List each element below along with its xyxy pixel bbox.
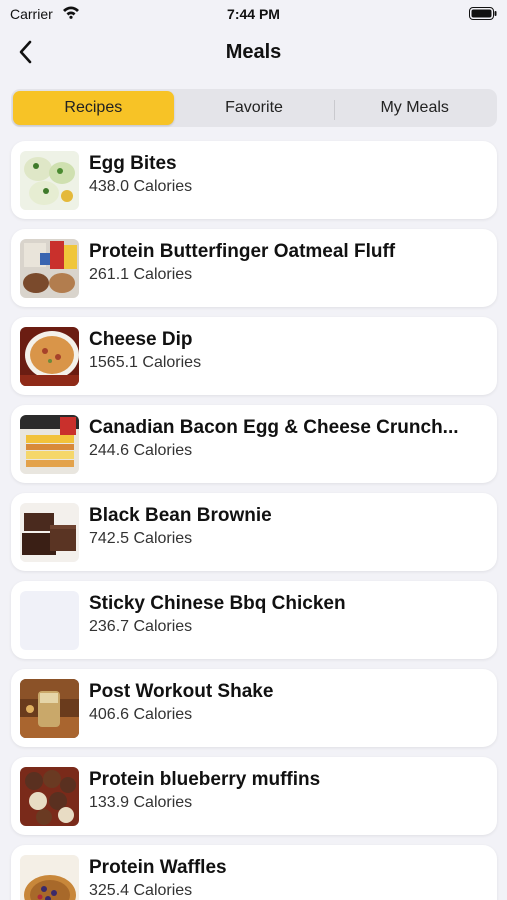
tab-recipes[interactable]: Recipes (13, 91, 174, 125)
meal-card[interactable]: Post Workout Shake 406.6 Calories (11, 669, 497, 747)
meal-thumbnail (20, 679, 79, 738)
meal-thumbnail (20, 855, 79, 900)
meal-thumbnail (20, 239, 79, 298)
meal-calories: 236.7 Calories (89, 618, 193, 635)
meal-calories: 244.6 Calories (89, 442, 193, 459)
meal-name: Protein blueberry muffins (89, 769, 321, 790)
meal-name: Post Workout Shake (89, 681, 274, 702)
meal-calories: 261.1 Calories (89, 266, 193, 283)
meal-card[interactable]: Sticky Chinese Bbq Chicken 236.7 Calorie… (11, 581, 497, 659)
meal-card[interactable]: Black Bean Brownie 742.5 Calories (11, 493, 497, 571)
meal-name: Black Bean Brownie (89, 505, 272, 526)
meal-thumbnail (20, 503, 79, 562)
meal-card[interactable]: Protein Butterfinger Oatmeal Fluff 261.1… (11, 229, 497, 307)
meal-calories: 406.6 Calories (89, 706, 193, 723)
battery-icon (469, 7, 497, 20)
tab-favorite[interactable]: Favorite (174, 91, 335, 125)
meal-name: Protein Butterfinger Oatmeal Fluff (89, 241, 396, 262)
meal-thumbnail (20, 327, 79, 386)
meal-name: Egg Bites (89, 153, 177, 174)
status-bar: Carrier 7:44 PM (0, 0, 507, 28)
meal-name: Cheese Dip (89, 329, 193, 350)
meal-calories: 438.0 Calories (89, 178, 193, 195)
meal-thumbnail (20, 151, 79, 210)
tab-label: My Meals (380, 99, 449, 116)
tab-my-meals[interactable]: My Meals (334, 91, 495, 125)
meal-calories: 1565.1 Calories (89, 354, 202, 371)
tab-segmented-control: Recipes Favorite My Meals (11, 89, 497, 127)
meal-name: Protein Waffles (89, 857, 227, 878)
meal-card[interactable]: Canadian Bacon Egg & Cheese Crunch... 24… (11, 405, 497, 483)
meal-calories: 325.4 Calories (89, 882, 193, 899)
meal-name: Sticky Chinese Bbq Chicken (89, 593, 346, 614)
meal-thumbnail (20, 767, 79, 826)
meal-card[interactable]: Protein Waffles 325.4 Calories (11, 845, 497, 900)
tab-label: Favorite (225, 99, 283, 116)
meal-calories: 133.9 Calories (89, 794, 193, 811)
segment-divider (334, 100, 336, 120)
meal-thumbnail-placeholder (20, 591, 79, 650)
navigation-bar: Meals (0, 28, 507, 78)
meal-card[interactable]: Cheese Dip 1565.1 Calories (11, 317, 497, 395)
meal-thumbnail (20, 415, 79, 474)
tab-label: Recipes (64, 99, 123, 116)
meal-card[interactable]: Egg Bites 438.0 Calories (11, 141, 497, 219)
status-time: 7:44 PM (227, 6, 280, 22)
meal-name: Canadian Bacon Egg & Cheese Crunch... (89, 417, 459, 438)
meal-calories: 742.5 Calories (89, 530, 193, 547)
meal-card[interactable]: Protein blueberry muffins 133.9 Calories (11, 757, 497, 835)
page-title: Meals (225, 41, 282, 63)
